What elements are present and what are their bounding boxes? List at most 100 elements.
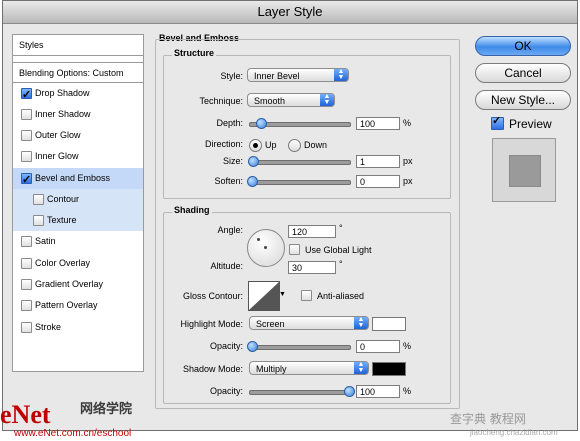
styles-header[interactable]: Styles: [13, 35, 143, 56]
contour-curve-icon: [249, 282, 279, 310]
depth-field[interactable]: 100: [356, 117, 400, 130]
pattern-overlay-checkbox[interactable]: [21, 300, 32, 311]
gloss-contour-preview[interactable]: [248, 281, 280, 311]
highlight-mode-popup[interactable]: Screen ▲ ▼: [249, 316, 369, 330]
shading-group: [163, 212, 451, 404]
ok-button[interactable]: OK: [475, 36, 571, 56]
preview-label: Preview: [509, 117, 552, 131]
angle-label: Angle:: [217, 225, 243, 235]
gloss-contour-label: Gloss Contour:: [182, 291, 243, 301]
chazidian-url: jiaocheng.chazidian.com: [470, 428, 558, 437]
soften-label: Soften:: [214, 176, 243, 186]
bevel-emboss-checkbox[interactable]: [21, 170, 32, 191]
popup-arrows-icon: ▲ ▼: [354, 316, 368, 329]
outer-glow-checkbox[interactable]: [21, 130, 32, 141]
soften-slider-handle[interactable]: [247, 176, 258, 187]
global-light-checkbox[interactable]: [289, 244, 300, 255]
enet-chinese-text: 网络学院: [80, 402, 133, 417]
chazidian-watermark: 查字典 教程网: [450, 412, 526, 426]
soften-field[interactable]: 0: [356, 175, 400, 188]
preview-swatch: [509, 155, 541, 187]
soften-slider-track[interactable]: [249, 180, 351, 185]
cancel-button[interactable]: Cancel: [475, 63, 571, 83]
stroke-checkbox[interactable]: [21, 322, 32, 333]
style-item-pattern-overlay[interactable]: Pattern Overlay: [13, 295, 143, 316]
size-slider-handle[interactable]: [248, 156, 259, 167]
global-light-label: Use Global Light: [305, 245, 372, 255]
gradient-overlay-checkbox[interactable]: [21, 279, 32, 290]
direction-down-label: Down: [304, 140, 328, 150]
inner-glow-checkbox[interactable]: [21, 151, 32, 162]
depth-slider-handle[interactable]: [256, 118, 267, 129]
structure-title: Structure: [172, 48, 217, 58]
dial-pointer-icon: [257, 238, 260, 241]
style-label: Style:: [220, 71, 243, 81]
satin-checkbox[interactable]: [21, 236, 32, 247]
highlight-mode-label: Highlight Mode:: [180, 319, 243, 329]
shadow-mode-label: Shadow Mode:: [182, 364, 243, 374]
blending-options[interactable]: Blending Options: Custom: [13, 62, 143, 83]
style-item-bevel-emboss[interactable]: Bevel and Emboss: [13, 168, 143, 191]
shadow-mode-popup[interactable]: Multiply ▲ ▼: [249, 361, 369, 375]
style-item-color-overlay[interactable]: Color Overlay: [13, 253, 143, 274]
highlight-opacity-label: Opacity:: [209, 341, 243, 351]
technique-label: Technique:: [199, 96, 243, 106]
style-item-satin[interactable]: Satin: [13, 231, 143, 252]
size-unit: px: [403, 156, 413, 166]
anti-aliased-label: Anti-aliased: [317, 291, 365, 301]
style-item-drop-shadow[interactable]: Drop Shadow: [13, 83, 143, 106]
angle-field[interactable]: 120: [288, 225, 336, 238]
style-popup[interactable]: Inner Bevel ▲ ▼: [247, 68, 349, 82]
direction-label: Direction:: [204, 139, 243, 149]
highlight-opacity-track[interactable]: [249, 345, 351, 350]
highlight-color-swatch[interactable]: [372, 317, 406, 331]
style-item-inner-glow[interactable]: Inner Glow: [13, 146, 143, 167]
highlight-opacity-field[interactable]: 0: [356, 340, 400, 353]
shadow-opacity-label: Opacity:: [209, 386, 243, 396]
color-overlay-checkbox[interactable]: [21, 258, 32, 269]
style-item-outer-glow[interactable]: Outer Glow: [13, 125, 143, 146]
style-item-inner-shadow[interactable]: Inner Shadow: [13, 104, 143, 125]
preview-checkbox[interactable]: [491, 114, 504, 130]
styles-list: Styles Blending Options: Custom Drop Sha…: [12, 34, 144, 372]
new-style-button[interactable]: New Style...: [475, 90, 571, 110]
technique-popup[interactable]: Smooth ▲ ▼: [247, 93, 335, 107]
shadow-opacity-field[interactable]: 100: [356, 385, 400, 398]
shadow-opacity-unit: %: [403, 386, 412, 396]
popup-arrows-icon: ▲ ▼: [334, 68, 348, 81]
inner-shadow-checkbox[interactable]: [21, 109, 32, 120]
altitude-field[interactable]: 30: [288, 261, 336, 274]
shadow-opacity-track[interactable]: [249, 390, 351, 395]
altitude-label: Altitude:: [210, 261, 243, 271]
size-label: Size:: [222, 156, 243, 166]
popup-arrows-icon: ▲ ▼: [320, 93, 334, 106]
preview-thumbnail: [492, 138, 556, 202]
shading-title: Shading: [172, 205, 212, 215]
popup-arrows-icon: ▲ ▼: [354, 361, 368, 374]
size-slider-track[interactable]: [249, 160, 351, 165]
anti-aliased-checkbox[interactable]: [301, 290, 312, 301]
angle-dial[interactable]: [247, 229, 285, 267]
shadow-opacity-handle[interactable]: [344, 386, 355, 397]
soften-unit: px: [403, 176, 413, 186]
style-item-gradient-overlay[interactable]: Gradient Overlay: [13, 274, 143, 295]
highlight-opacity-unit: %: [403, 341, 412, 351]
enet-url: www.eNet.com.cn/eschool: [14, 428, 132, 439]
size-field[interactable]: 1: [356, 155, 400, 168]
style-item-texture[interactable]: Texture: [13, 210, 143, 231]
dial-center-icon: [264, 246, 267, 249]
direction-up-radio[interactable]: [249, 139, 262, 152]
texture-checkbox[interactable]: [33, 215, 44, 226]
style-item-contour[interactable]: Contour: [13, 189, 143, 210]
direction-down-radio[interactable]: [288, 139, 301, 152]
drop-shadow-checkbox[interactable]: [21, 85, 32, 106]
angle-unit: °: [339, 223, 343, 233]
layer-style-dialog: Layer Style Styles Blending Options: Cus…: [2, 0, 578, 431]
style-item-stroke[interactable]: Stroke: [13, 317, 143, 338]
enet-logo: eNet: [0, 400, 51, 429]
contour-checkbox[interactable]: [33, 194, 44, 205]
highlight-opacity-handle[interactable]: [247, 341, 258, 352]
dialog-title: Layer Style: [3, 1, 577, 24]
gloss-contour-arrow-icon[interactable]: ▼: [279, 291, 286, 298]
shadow-color-swatch[interactable]: [372, 362, 406, 376]
